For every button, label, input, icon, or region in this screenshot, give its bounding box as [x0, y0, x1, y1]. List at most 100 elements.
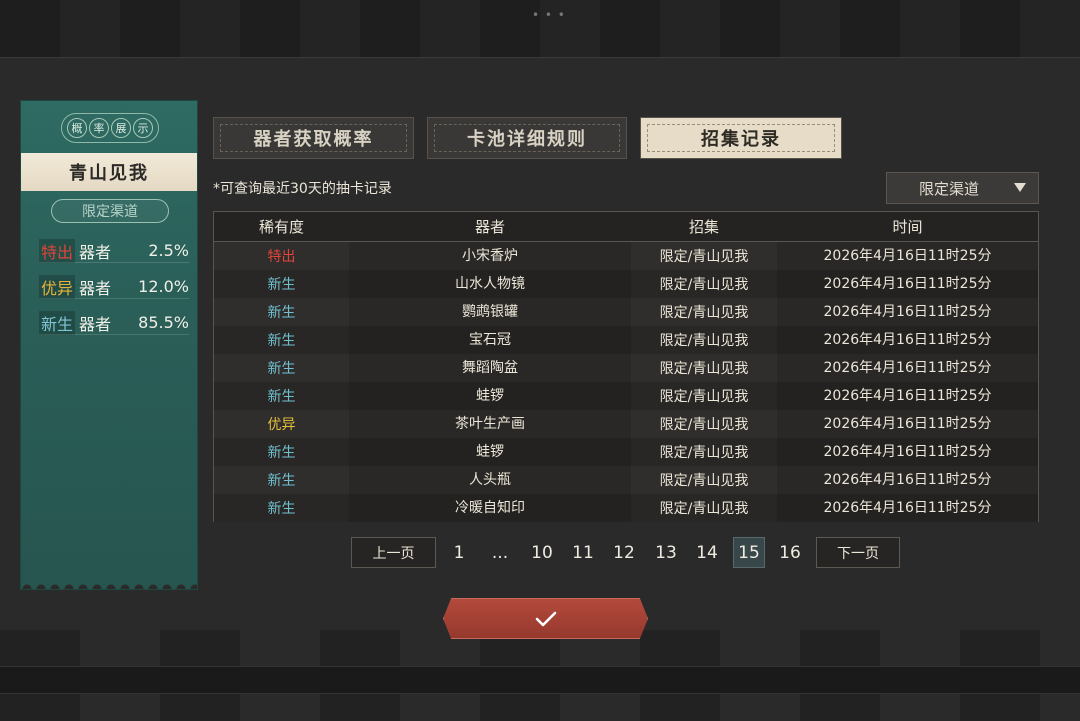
table-row: 优异 茶叶生产画 限定/青山见我 2026年4月16日11时25分	[214, 410, 1038, 438]
cell-time: 2026年4月16日11时25分	[777, 270, 1038, 298]
tab-label: 器者获取概率	[253, 129, 374, 150]
cell-rarity: 新生	[267, 305, 296, 321]
cell-rarity: 新生	[267, 389, 296, 405]
next-page-button[interactable]: 下一页	[816, 537, 900, 568]
table-row: 新生 宝石冠 限定/青山见我 2026年4月16日11时25分	[214, 326, 1038, 354]
tier-percent: 85.5%	[138, 313, 189, 332]
tier-label: 新生	[39, 310, 76, 335]
cell-pool: 限定/青山见我	[659, 249, 749, 265]
tier-percent: 12.0%	[138, 277, 189, 296]
tier-percent: 2.5%	[148, 241, 189, 260]
cell-rarity: 新生	[267, 473, 296, 489]
bottom-scene-background	[0, 630, 1080, 721]
cell-pool: 限定/青山见我	[659, 277, 749, 293]
table-row: 新生 冷暖自知印 限定/青山见我 2026年4月16日11时25分	[214, 494, 1038, 522]
cell-item-name: 冷暖自知印	[349, 494, 631, 522]
table-row: 新生 蛙锣 限定/青山见我 2026年4月16日11时25分	[214, 438, 1038, 466]
cell-item-name: 山水人物镜	[349, 270, 631, 298]
cell-item-name: 蛙锣	[349, 382, 631, 410]
cell-time: 2026年4月16日11时25分	[777, 438, 1038, 466]
header-item: 器者	[474, 218, 505, 236]
header-char: 率	[89, 118, 109, 138]
checkmark-icon	[535, 611, 556, 626]
cell-pool: 限定/青山见我	[659, 305, 749, 321]
history-table: 稀有度 器者 招集 时间 特出 小宋香炉 限定/青山见我 2026年4月16日11时2…	[213, 211, 1039, 522]
header-pool: 招集	[688, 218, 719, 236]
tier-type: 器者	[79, 278, 112, 298]
header-char: 示	[133, 118, 153, 138]
tab-label: 招集记录	[701, 129, 781, 150]
table-header: 稀有度 器者 招集 时间	[214, 212, 1038, 242]
cell-rarity: 新生	[267, 333, 296, 349]
cell-time: 2026年4月16日11时25分	[777, 466, 1038, 494]
rate-row-tier1: 特出 器者 2.5%	[39, 238, 189, 263]
cell-time: 2026年4月16日11时25分	[777, 382, 1038, 410]
probability-ticket-panel: 概 率 展 示 青山见我 限定渠道 特出 器者 2.5% 优异 器者 12.0%…	[20, 100, 198, 590]
dropdown-arrow-icon	[1014, 183, 1026, 192]
prev-page-button[interactable]: 上一页	[351, 537, 436, 568]
cell-time: 2026年4月16日11时25分	[777, 410, 1038, 438]
cell-pool: 限定/青山见我	[659, 361, 749, 377]
cell-pool: 限定/青山见我	[659, 501, 749, 517]
cell-rarity: 新生	[267, 361, 296, 377]
cell-pool: 限定/青山见我	[659, 389, 749, 405]
header-char: 展	[111, 118, 131, 138]
cell-item-name: 宝石冠	[349, 326, 631, 354]
window-drag-handle[interactable]: • • •	[532, 8, 566, 22]
cell-time: 2026年4月16日11时25分	[777, 298, 1038, 326]
table-row: 新生 山水人物镜 限定/青山见我 2026年4月16日11时25分	[214, 270, 1038, 298]
top-hud-background: • • •	[0, 0, 1080, 58]
tier-label: 特出	[39, 238, 76, 263]
page-number-button[interactable]: 14	[691, 537, 723, 568]
cell-rarity: 新生	[267, 445, 296, 461]
table-row: 新生 人头瓶 限定/青山见我 2026年4月16日11时25分	[214, 466, 1038, 494]
cell-time: 2026年4月16日11时25分	[777, 242, 1038, 270]
page-ellipsis: ...	[491, 542, 509, 563]
page-number-button[interactable]: 15	[733, 537, 765, 568]
cell-item-name: 鹦鹉银罐	[349, 298, 631, 326]
rate-row-tier3: 新生 器者 85.5%	[39, 310, 189, 335]
cell-time: 2026年4月16日11时25分	[777, 494, 1038, 522]
cell-rarity: 优异	[267, 417, 296, 433]
page-number-button[interactable]: 12	[608, 537, 640, 568]
cell-pool: 限定/青山见我	[659, 333, 749, 349]
page-number-button[interactable]: 11	[567, 537, 599, 568]
confirm-button[interactable]	[443, 598, 648, 639]
cell-item-name: 人头瓶	[349, 466, 631, 494]
cell-item-name: 舞蹈陶盆	[349, 354, 631, 382]
cell-rarity: 特出	[267, 249, 296, 265]
pool-title: 青山见我	[21, 153, 197, 191]
header-rarity: 稀有度	[258, 218, 304, 236]
tab-label: 卡池详细规则	[467, 129, 587, 150]
tier-type: 器者	[79, 242, 112, 262]
channel-badge: 限定渠道	[51, 199, 169, 223]
tab-recruit-history[interactable]: 招集记录	[640, 117, 842, 159]
table-body: 特出 小宋香炉 限定/青山见我 2026年4月16日11时25分 新生 山水人物镜 限定/青…	[214, 242, 1038, 522]
bottom-band	[0, 666, 1080, 694]
rate-row-tier2: 优异 器者 12.0%	[39, 274, 189, 299]
dropdown-value: 限定渠道	[919, 179, 980, 198]
cell-item-name: 茶叶生产画	[349, 410, 631, 438]
table-row: 新生 蛙锣 限定/青山见我 2026年4月16日11时25分	[214, 382, 1038, 410]
tab-pool-rules[interactable]: 卡池详细规则	[427, 117, 627, 159]
page-number-button[interactable]: 16	[774, 537, 806, 568]
tab-acquisition-probability[interactable]: 器者获取概率	[213, 117, 414, 159]
cell-rarity: 新生	[267, 277, 296, 293]
header-char: 概	[67, 118, 87, 138]
cell-time: 2026年4月16日11时25分	[777, 326, 1038, 354]
header-time: 时间	[892, 218, 923, 236]
table-row: 特出 小宋香炉 限定/青山见我 2026年4月16日11时25分	[214, 242, 1038, 270]
page-number-button[interactable]: 1	[443, 537, 475, 568]
cell-pool: 限定/青山见我	[659, 417, 749, 433]
probability-display-header: 概 率 展 示	[61, 113, 159, 143]
history-note: *可查询最近30天的抽卡记录	[213, 181, 392, 197]
channel-dropdown[interactable]: 限定渠道	[886, 172, 1039, 204]
page-number-button[interactable]: 10	[526, 537, 558, 568]
cell-rarity: 新生	[267, 501, 296, 517]
cell-item-name: 小宋香炉	[349, 242, 631, 270]
cell-pool: 限定/青山见我	[659, 473, 749, 489]
cell-time: 2026年4月16日11时25分	[777, 354, 1038, 382]
tier-type: 器者	[79, 314, 112, 334]
page-number-button[interactable]: 13	[650, 537, 682, 568]
cell-item-name: 蛙锣	[349, 438, 631, 466]
